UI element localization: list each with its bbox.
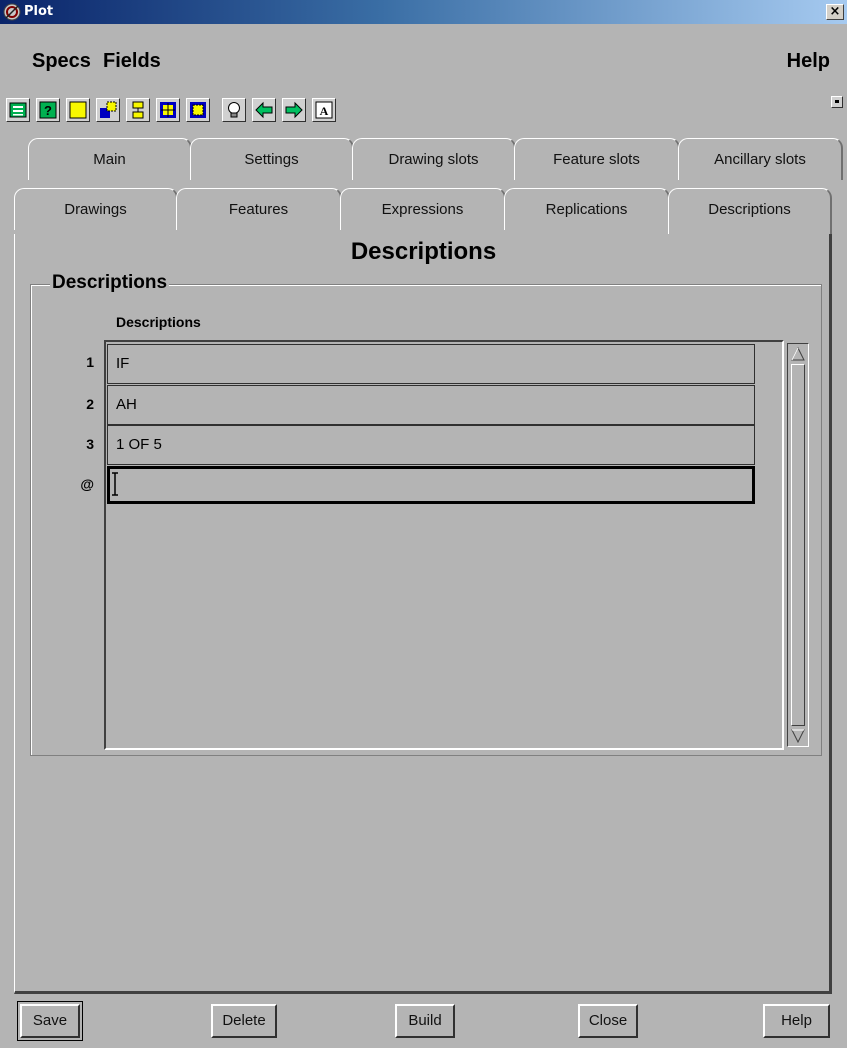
select-icon[interactable] [186, 98, 210, 122]
yellow-square-icon[interactable] [66, 98, 90, 122]
help-question-icon[interactable]: ? [36, 98, 60, 122]
scroll-up-icon[interactable] [790, 346, 806, 362]
new-description-input[interactable] [107, 466, 755, 504]
vertical-scrollbar[interactable] [787, 343, 809, 747]
window-title: Plot [24, 4, 54, 19]
menu-specs[interactable]: Specs [32, 50, 91, 73]
scroll-down-icon[interactable] [790, 728, 806, 744]
table-row[interactable]: IF [107, 344, 755, 384]
menu-help[interactable]: Help [787, 50, 830, 73]
arrow-right-icon[interactable] [282, 98, 306, 122]
row-number: 3 [86, 436, 94, 452]
svg-text:A: A [320, 104, 329, 118]
toolbar: ? A [0, 92, 847, 128]
tab-features[interactable]: Features [176, 188, 342, 230]
align-icon[interactable] [126, 98, 150, 122]
help-button[interactable]: Help [763, 1004, 830, 1038]
groupbox-label: Descriptions [50, 272, 170, 294]
close-icon[interactable]: × [826, 4, 844, 20]
tab-drawing-slots[interactable]: Drawing slots [352, 138, 516, 180]
column-header: Descriptions [116, 314, 201, 330]
save-button[interactable]: Save [20, 1004, 80, 1038]
app-icon [3, 3, 21, 21]
scrollbar-thumb[interactable] [791, 364, 805, 726]
row-number: 1 [86, 354, 94, 370]
tab-drawings[interactable]: Drawings [14, 188, 178, 230]
list-icon[interactable] [6, 98, 30, 122]
svg-text:?: ? [44, 103, 52, 118]
tab-main[interactable]: Main [28, 138, 192, 180]
row-number: 2 [86, 396, 94, 412]
new-row-marker: @ [80, 476, 94, 492]
panel-heading: Descriptions [350, 238, 497, 265]
text-field-icon[interactable]: A [312, 98, 336, 122]
arrow-left-icon[interactable] [252, 98, 276, 122]
text-cursor-icon [112, 472, 118, 496]
tab-feature-slots[interactable]: Feature slots [514, 138, 680, 180]
tab-replications[interactable]: Replications [504, 188, 670, 230]
window-titlebar: Plot × [0, 0, 847, 24]
menu-fields[interactable]: Fields [103, 50, 161, 73]
delete-button[interactable]: Delete [211, 1004, 277, 1038]
menubar: Specs Fields Help [0, 24, 847, 86]
toolbar-detach-icon[interactable] [831, 96, 843, 108]
bulb-icon[interactable] [222, 98, 246, 122]
expand-icon[interactable] [156, 98, 180, 122]
tab-expressions[interactable]: Expressions [340, 188, 506, 230]
table-row[interactable]: 1 OF 5 [107, 425, 755, 465]
table-row[interactable]: AH [107, 385, 755, 425]
move-block-icon[interactable] [96, 98, 120, 122]
close-button[interactable]: Close [578, 1004, 638, 1038]
tab-descriptions[interactable]: Descriptions [668, 188, 832, 234]
tab-settings[interactable]: Settings [190, 138, 354, 180]
tab-ancillary-slots[interactable]: Ancillary slots [678, 138, 843, 180]
build-button[interactable]: Build [395, 1004, 455, 1038]
